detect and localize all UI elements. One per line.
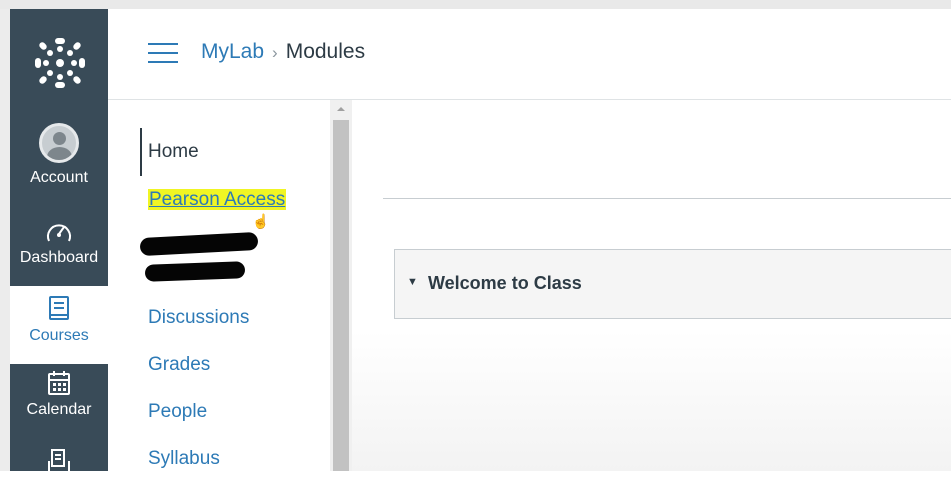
collapse-caret-icon[interactable]: ▼: [407, 276, 418, 288]
hand-cursor-icon: ☝: [252, 213, 270, 229]
global-nav: Account Dashboard Courses Calendar: [10, 9, 108, 473]
course-nav-discussions[interactable]: Discussions: [148, 306, 249, 330]
breadcrumb-separator: ›: [272, 43, 278, 62]
content-divider: [383, 198, 951, 199]
breadcrumb-course-link[interactable]: MyLab: [201, 40, 264, 63]
courses-book-icon: [49, 296, 69, 320]
module-title: Welcome to Class: [428, 273, 582, 293]
canvas-logo-icon[interactable]: [34, 37, 86, 89]
redaction-mark: [144, 261, 246, 282]
course-nav-pearson-access-label: Pearson Access: [148, 189, 287, 210]
course-nav: Home Pearson Access Discussions Grades P…: [108, 100, 330, 471]
avatar-icon: [39, 123, 79, 163]
global-nav-calendar[interactable]: Calendar: [10, 369, 108, 419]
breadcrumb: MyLab › Modules: [201, 39, 365, 66]
global-nav-calendar-label: Calendar: [26, 401, 92, 418]
course-nav-people[interactable]: People: [148, 400, 207, 424]
dashboard-gauge-icon: [47, 224, 71, 242]
global-nav-courses-label: Courses: [29, 327, 89, 344]
global-nav-dashboard[interactable]: Dashboard: [10, 219, 108, 267]
course-nav-pearson-access[interactable]: Pearson Access: [148, 188, 287, 212]
breadcrumb-current: Modules: [285, 40, 366, 63]
scroll-up-arrow-icon[interactable]: [335, 103, 347, 115]
page-header: MyLab › Modules: [108, 9, 951, 100]
course-nav-grades[interactable]: Grades: [148, 353, 210, 377]
inbox-icon: [48, 449, 70, 473]
content-background: [352, 330, 951, 471]
global-nav-courses[interactable]: Courses: [10, 286, 108, 364]
scrollbar-thumb[interactable]: [333, 120, 349, 471]
active-item-indicator: [140, 128, 142, 176]
module-header[interactable]: ▼ Welcome to Class: [394, 249, 951, 319]
calendar-icon: [48, 371, 70, 395]
global-nav-account[interactable]: Account: [10, 123, 108, 187]
course-nav-syllabus[interactable]: Syllabus: [148, 447, 220, 471]
hamburger-menu-icon[interactable]: [148, 43, 178, 65]
course-nav-home[interactable]: Home: [148, 140, 199, 164]
global-nav-account-label: Account: [30, 169, 88, 186]
global-nav-dashboard-label: Dashboard: [19, 249, 99, 266]
window-top-strip: [0, 0, 951, 9]
global-nav-inbox[interactable]: [10, 447, 108, 477]
window-left-strip: [0, 9, 10, 471]
